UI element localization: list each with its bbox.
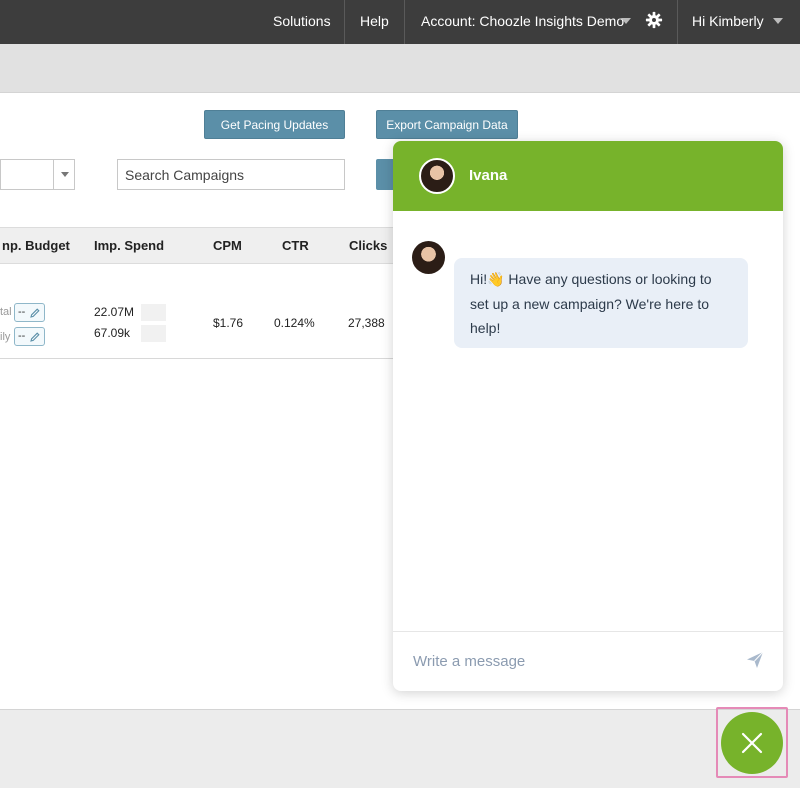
spend-daily: 67.09k: [94, 326, 131, 340]
nav-separator: [404, 0, 405, 44]
column-clicks[interactable]: Clicks: [349, 228, 387, 263]
budget-total-value: --: [18, 306, 26, 318]
column-cpm[interactable]: CPM: [213, 228, 242, 263]
account-switcher[interactable]: Account: Choozle Insights Demo: [421, 0, 624, 44]
ctr-value: 0.124%: [274, 316, 315, 330]
filter-select[interactable]: [0, 159, 75, 190]
spend-daily-sparkline: [141, 325, 166, 342]
chevron-down-icon: [61, 172, 69, 177]
column-ctr[interactable]: CTR: [282, 228, 309, 263]
close-icon: [741, 732, 763, 754]
pencil-icon: [30, 332, 40, 342]
budget-daily-label: ily: [0, 331, 11, 343]
table-header: np. Budget Imp. Spend CPM CTR Clicks: [0, 227, 400, 264]
message-input[interactable]: Write a message: [413, 653, 525, 670]
user-caret-down-icon[interactable]: [773, 18, 783, 24]
column-imp-budget[interactable]: np. Budget: [2, 228, 70, 263]
nav-solutions[interactable]: Solutions: [273, 0, 331, 44]
footer-bar: [0, 709, 800, 788]
account-caret-down-icon[interactable]: [621, 18, 631, 24]
export-campaign-data-button[interactable]: Export Campaign Data: [376, 110, 518, 139]
nav-separator: [677, 0, 678, 44]
budget-daily-value: --: [18, 330, 26, 342]
get-pacing-updates-button[interactable]: Get Pacing Updates: [204, 110, 345, 139]
pencil-icon: [30, 308, 40, 318]
spend-total-sparkline: [141, 304, 166, 321]
table-row: tal -- ily -- 22.07M 67.09k $1.76 0.124%…: [0, 264, 400, 359]
top-nav: Solutions Help Account: Choozle Insights…: [0, 0, 800, 44]
message-avatar: [412, 241, 445, 274]
close-chat-button[interactable]: [721, 712, 783, 774]
budget-daily-edit[interactable]: --: [14, 327, 45, 346]
sub-header: [0, 44, 800, 93]
spend-total: 22.07M: [94, 305, 135, 319]
nav-separator: [344, 0, 345, 44]
agent-name: Ivana: [469, 167, 508, 184]
search-campaigns-input[interactable]: [117, 159, 345, 190]
clicks-value: 27,388: [348, 316, 385, 330]
user-menu[interactable]: Hi Kimberly: [692, 0, 764, 44]
budget-total-edit[interactable]: --: [14, 303, 45, 322]
account-prefix: Account:: [421, 13, 476, 29]
chat-header: Ivana: [393, 141, 783, 211]
budget-total-label: tal: [0, 306, 12, 318]
column-imp-spend[interactable]: Imp. Spend: [94, 228, 164, 263]
nav-help[interactable]: Help: [360, 0, 389, 44]
gear-icon[interactable]: [645, 11, 663, 29]
account-name: Choozle Insights Demo: [479, 13, 625, 29]
agent-avatar: [419, 158, 455, 194]
select-divider: [53, 160, 54, 189]
chat-widget: Ivana Hi!👋 Have any questions or looking…: [393, 141, 783, 691]
chat-message-bubble: Hi!👋 Have any questions or looking to se…: [454, 258, 748, 348]
chat-divider: [393, 631, 783, 632]
cpm-value: $1.76: [213, 316, 244, 330]
send-icon[interactable]: [745, 650, 765, 670]
